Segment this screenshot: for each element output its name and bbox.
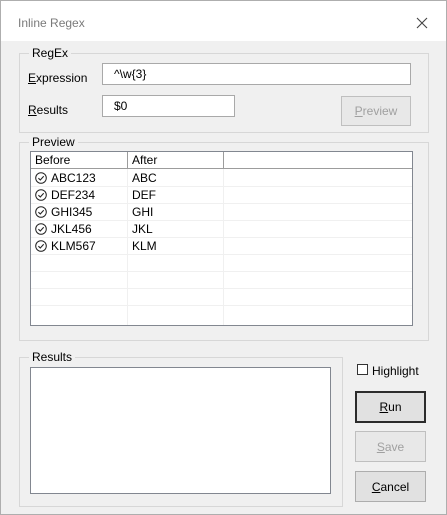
column-header-after[interactable]: After [128, 152, 224, 168]
after-cell: GHI [132, 205, 154, 219]
cancel-button[interactable]: Cancel [355, 471, 426, 502]
inline-regex-dialog: Inline Regex RegEx Expression Results Pr… [0, 0, 447, 515]
before-cell: KLM567 [51, 239, 96, 253]
before-cell: GHI345 [51, 205, 93, 219]
after-cell: JKL [132, 222, 153, 236]
preview-list-header: Before After [31, 152, 412, 169]
check-circle-icon [35, 240, 47, 252]
window-title: Inline Regex [18, 16, 85, 30]
title-bar[interactable]: Inline Regex [1, 1, 446, 41]
check-circle-icon [35, 172, 47, 184]
results-textarea[interactable] [30, 367, 331, 494]
before-cell: ABC123 [51, 171, 96, 185]
list-item[interactable]: GHI345 GHI [31, 204, 412, 221]
after-cell: DEF [132, 188, 156, 202]
expression-input[interactable] [102, 63, 411, 85]
results-label: Results [28, 103, 69, 117]
preview-group-label: Preview [29, 135, 78, 149]
list-item[interactable]: ABC123 ABC [31, 170, 412, 187]
preview-list[interactable]: Before After ABC123 ABC DEF234 DEF GHI34… [30, 151, 413, 326]
list-item[interactable]: DEF234 DEF [31, 187, 412, 204]
regex-group-label: RegEx [29, 46, 72, 60]
after-cell: ABC [132, 171, 157, 185]
preview-button[interactable]: Preview [341, 96, 411, 126]
run-button[interactable]: Run [355, 391, 426, 423]
column-header-before[interactable]: Before [31, 152, 128, 168]
save-button[interactable]: Save [355, 431, 426, 462]
check-circle-icon [35, 189, 47, 201]
grid-line [31, 288, 412, 289]
list-item[interactable]: KLM567 KLM [31, 238, 412, 255]
results-pattern-input[interactable] [102, 95, 235, 117]
after-cell: KLM [132, 239, 157, 253]
grid-line [31, 271, 412, 272]
highlight-checkbox[interactable] [357, 364, 368, 375]
check-circle-icon [35, 206, 47, 218]
list-item[interactable]: JKL456 JKL [31, 221, 412, 238]
highlight-label[interactable]: Highlight [372, 364, 419, 378]
close-icon[interactable] [413, 14, 431, 32]
before-cell: JKL456 [51, 222, 92, 236]
expression-label: Expression [28, 71, 88, 85]
before-cell: DEF234 [51, 188, 96, 202]
results-group-label: Results [29, 350, 76, 364]
grid-line [31, 305, 412, 306]
check-circle-icon [35, 223, 47, 235]
